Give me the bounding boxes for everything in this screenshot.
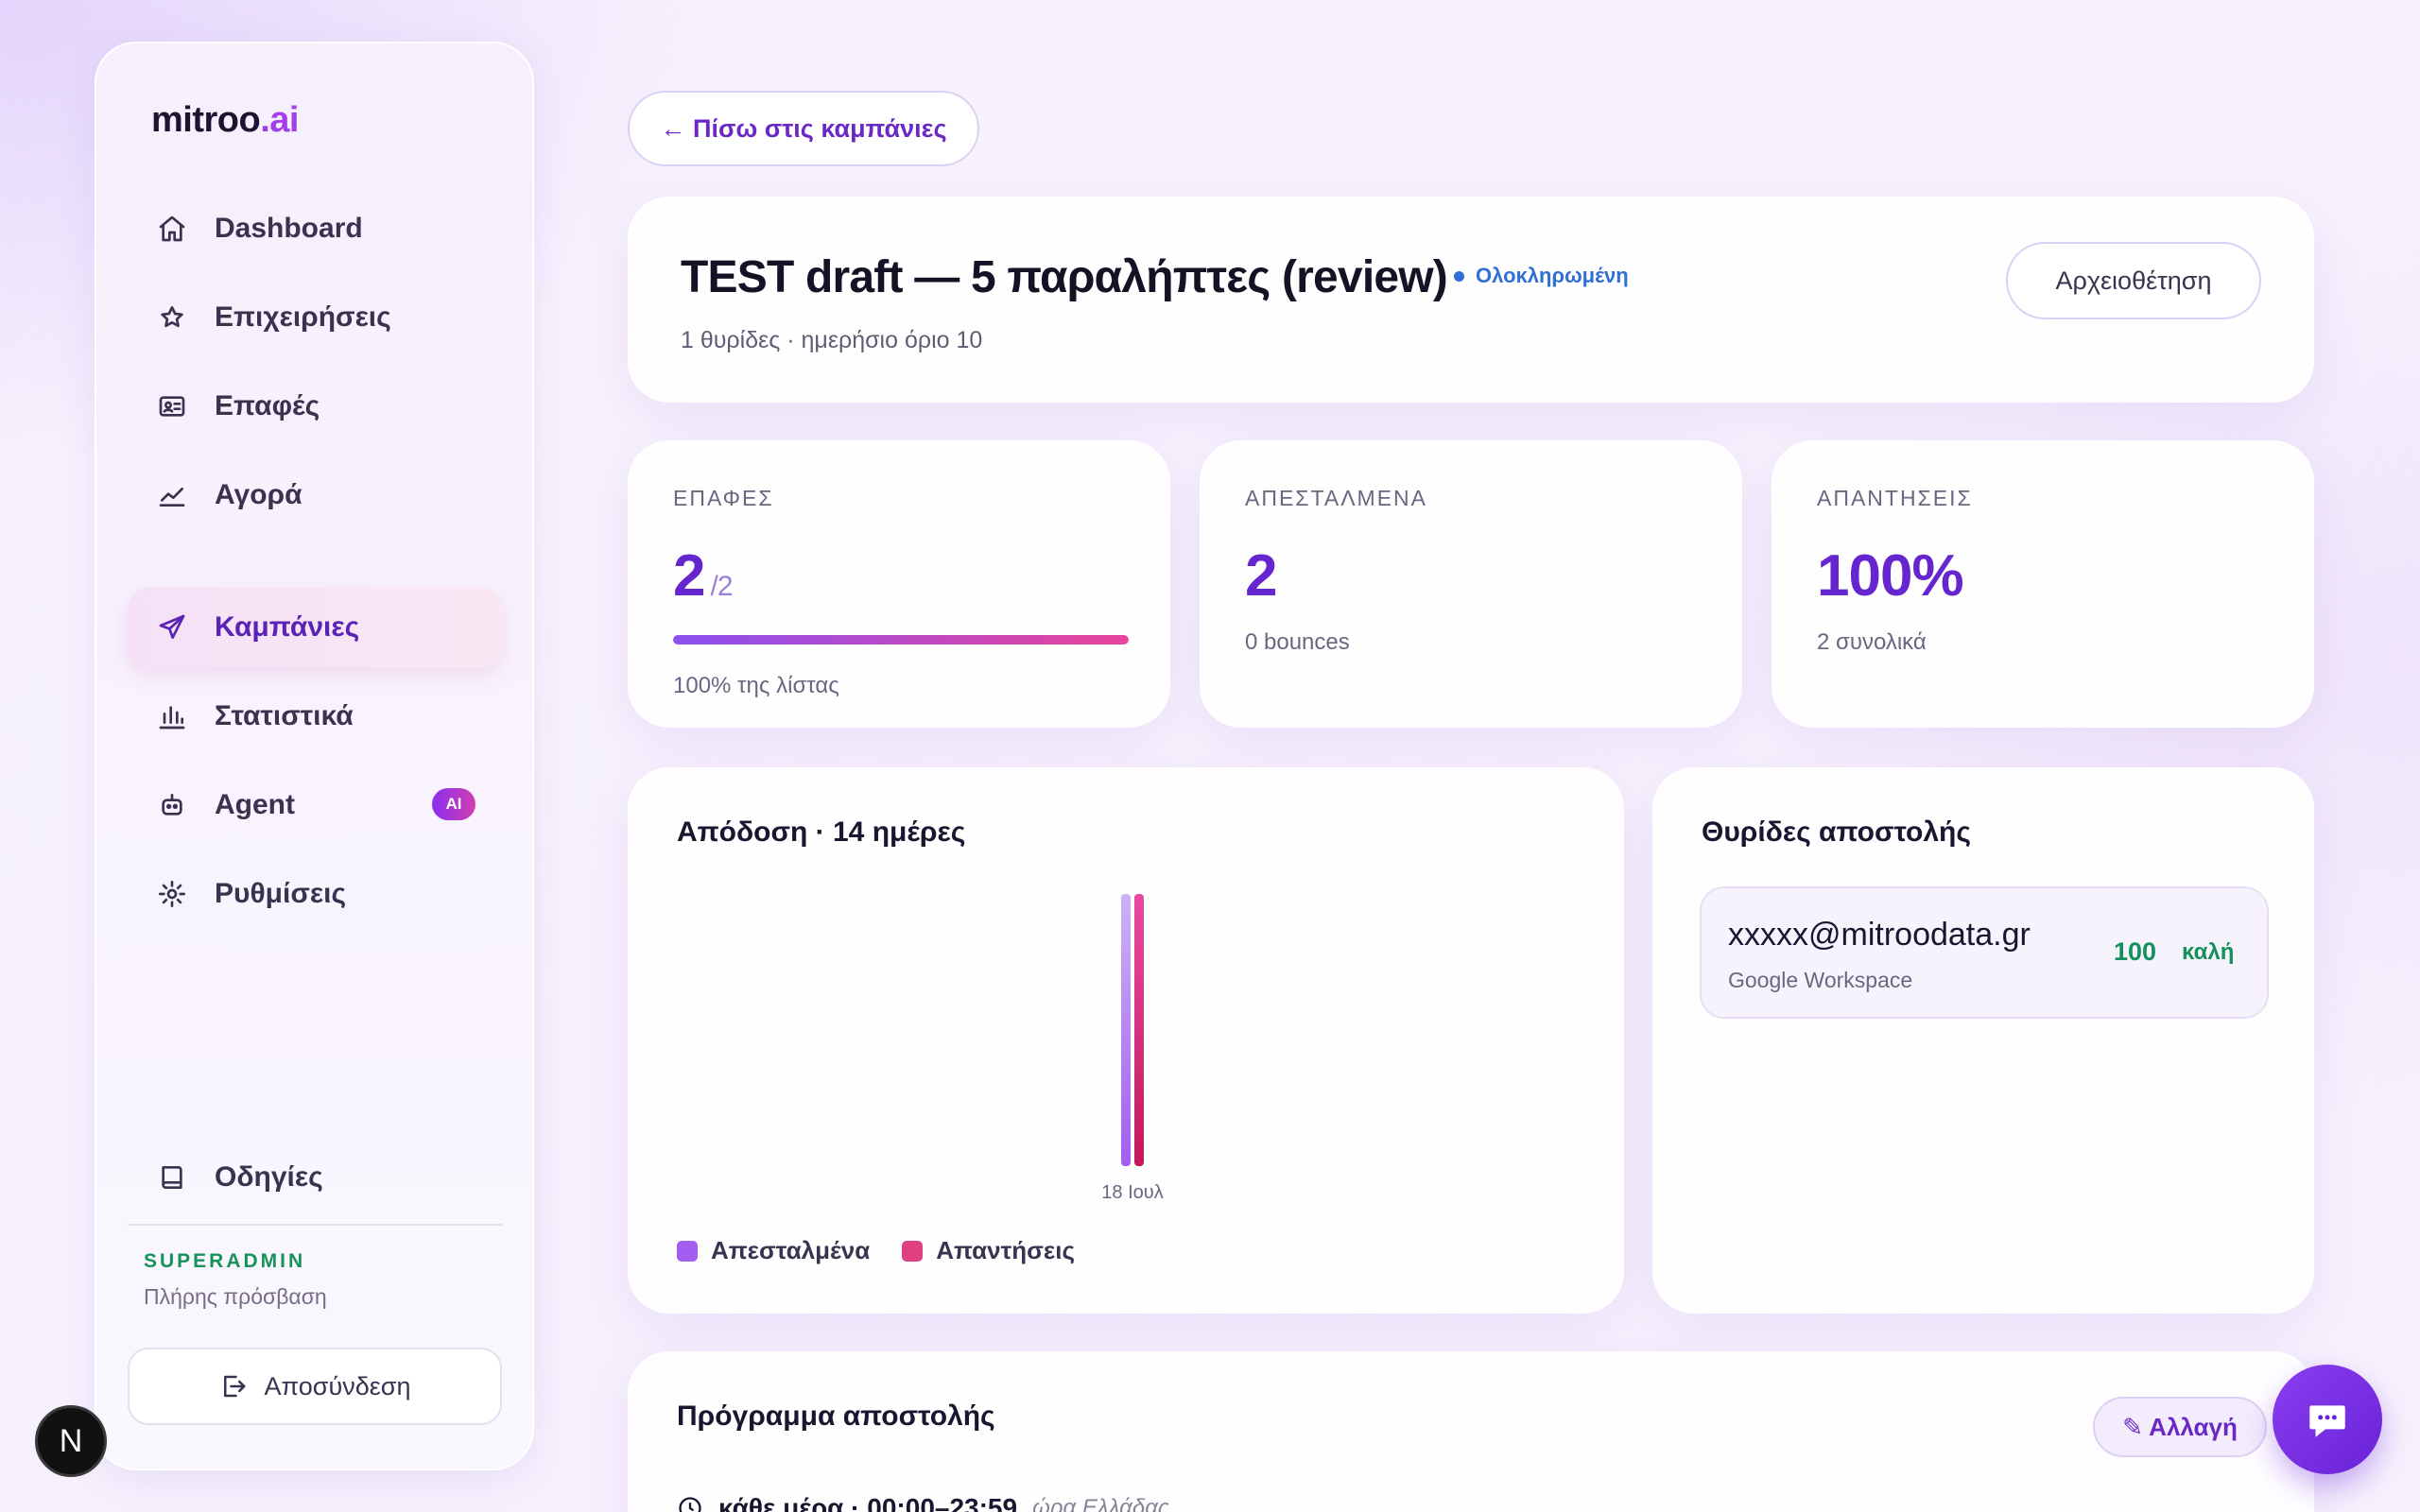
legend-label: Απαντήσεις [936,1236,1075,1264]
back-to-campaigns-button[interactable]: ← Πίσω στις καμπάνιες [628,91,979,166]
sidebar-item-label: Dashboard [215,213,363,244]
progress-fill [673,635,1129,644]
contact-card-icon [156,390,188,422]
clock-icon [679,1497,701,1512]
stat-card-contacts: ΕΠΑΦΕΣ 2/2 100% της λίστας [628,440,1170,728]
status-label: Ολοκληρωμένη [1476,264,1629,287]
schedule-title: Πρόγραμμα αποστολής [677,1400,995,1432]
logout-icon [223,1375,246,1398]
stat-sub: 100% της λίστας [673,673,839,698]
book-icon [156,1161,188,1194]
sidebar-item-label: Αγορά [215,479,302,510]
logo-main: mitroo [151,100,261,140]
send-icon [156,611,188,644]
chart-bar-replies[interactable] [1134,894,1144,1166]
contacts-progress-bar [673,635,1129,644]
schedule-card: Πρόγραμμα αποστολής ✎ Αλλαγή κάθε μέρα ·… [628,1351,2314,1512]
trend-icon [156,479,188,511]
stat-label: ΑΠΕΣΤΑΛΜΕΝΑ [1245,486,1428,510]
user-role-description: Πλήρης πρόσβαση [144,1284,327,1309]
x-tick-label: 18 Ιουλ [1101,1182,1163,1203]
sidebar-divider [128,1224,502,1226]
sidebar-item-contacts[interactable]: Επαφές [128,367,502,446]
stat-number: 2 [673,543,705,609]
sidebar-item-agent[interactable]: Agent AI [128,765,502,845]
star-icon [156,301,188,334]
ai-badge: AI [432,788,475,820]
sidebar-item-label: Στατιστικά [215,700,354,731]
sidebar-item-businesses[interactable]: Επιχειρήσεις [128,278,502,357]
inbox-row[interactable]: xxxxx@mitroodata.gr Google Workspace 100… [1700,886,2269,1019]
stat-sub: 0 bounces [1245,629,1350,655]
stat-value: 100% [1817,543,1964,609]
legend-label: Απεσταλμένα [711,1236,871,1264]
sidebar-item-label: Επαφές [215,390,320,421]
app-logo[interactable]: mitroo.ai [151,100,299,141]
stat-card-replies: ΑΠΑΝΤΗΣΕΙΣ 100% 2 συνολικά [1772,440,2314,728]
stat-card-sent: ΑΠΕΣΤΑΛΜΕΝΑ 2 0 bounces [1200,440,1742,728]
sidebar-item-statistics[interactable]: Στατιστικά [128,677,502,756]
sidebar-item-label: Agent [215,789,295,820]
chat-button[interactable] [2273,1365,2382,1474]
gear-icon [156,878,188,910]
campaign-subtitle: 1 θυρίδες · ημερήσιο όριο 10 [681,327,983,353]
inbox-health-score: 100 [2114,937,2157,966]
user-role: SUPERADMIN [144,1250,306,1272]
chat-bubble-icon [2309,1405,2345,1437]
sidebar-item-campaigns[interactable]: Καμπάνιες [128,588,502,667]
inboxes-card: Θυρίδες αποστολής xxxxx@mitroodata.gr Go… [1652,767,2314,1314]
legend-swatch [677,1240,698,1262]
bar-chart-icon [156,700,188,732]
stat-value: 2 [1245,543,1277,609]
schedule-timezone: ώρα Ελλάδας [1032,1495,1169,1512]
logo-suffix: .ai [260,100,299,140]
edit-schedule-button[interactable]: ✎ Αλλαγή [2093,1397,2267,1457]
campaign-header-card: TEST draft — 5 παραλήπτες (review) Ολοκλ… [628,197,2314,403]
sidebar-item-label: Καμπάνιες [215,611,360,643]
performance-chart: 18 Ιουλ [1101,894,1164,1203]
nextjs-dev-indicator[interactable]: N [35,1405,107,1477]
legend-swatch [902,1240,924,1262]
page-title: TEST draft — 5 παραλήπτες (review) [681,252,1448,302]
stat-label: ΑΠΑΝΤΗΣΕΙΣ [1817,486,1973,510]
status-dot-icon [1454,270,1464,282]
home-icon [156,213,188,245]
inbox-provider: Google Workspace [1728,968,1913,992]
status-badge: Ολοκληρωμένη [1454,264,1629,288]
stat-sub: 2 συνολικά [1817,629,1927,655]
sidebar-item-dashboard[interactable]: Dashboard [128,189,502,268]
chart-legend: Απεσταλμένα Απαντήσεις [677,1236,1075,1265]
logout-label: Αποσύνδεση [264,1371,411,1400]
sidebar-item-market[interactable]: Αγορά [128,455,502,535]
stat-value: 2/2 [673,542,734,610]
inbox-email: xxxxx@mitroodata.gr [1728,917,2031,953]
legend-item-replies: Απαντήσεις [902,1236,1075,1265]
logout-button[interactable]: Αποσύνδεση [128,1348,502,1425]
stat-denominator: /2 [710,571,733,602]
sidebar-item-guide[interactable]: Οδηγίες [128,1138,502,1217]
performance-card: Απόδοση · 14 ημέρες 18 Ιουλ Απεσταλμένα … [628,767,1624,1314]
sidebar: mitroo.ai Dashboard Επιχειρήσεις Επαφές … [95,42,534,1470]
bot-icon [156,789,188,821]
chart-bar-sent[interactable] [1121,894,1131,1166]
back-button-label: ← Πίσω στις καμπάνιες [660,113,947,143]
sidebar-item-label: Επιχειρήσεις [215,301,391,333]
sidebar-item-label: Ρυθμίσεις [215,878,347,909]
inbox-health-label: καλή [2182,939,2235,965]
legend-item-sent: Απεσταλμένα [677,1236,870,1265]
schedule-days-hours: κάθε μέρα · 00:00–23:59 [718,1493,1018,1512]
stat-label: ΕΠΑΦΕΣ [673,486,774,510]
schedule-line: κάθε μέρα · 00:00–23:59 ώρα Ελλάδας [677,1493,1169,1512]
sidebar-item-label: Οδηγίες [215,1161,323,1193]
archive-button[interactable]: Αρχειοθέτηση [2006,242,2261,319]
inboxes-title: Θυρίδες αποστολής [1702,816,1971,848]
sidebar-item-settings[interactable]: Ρυθμίσεις [128,854,502,934]
